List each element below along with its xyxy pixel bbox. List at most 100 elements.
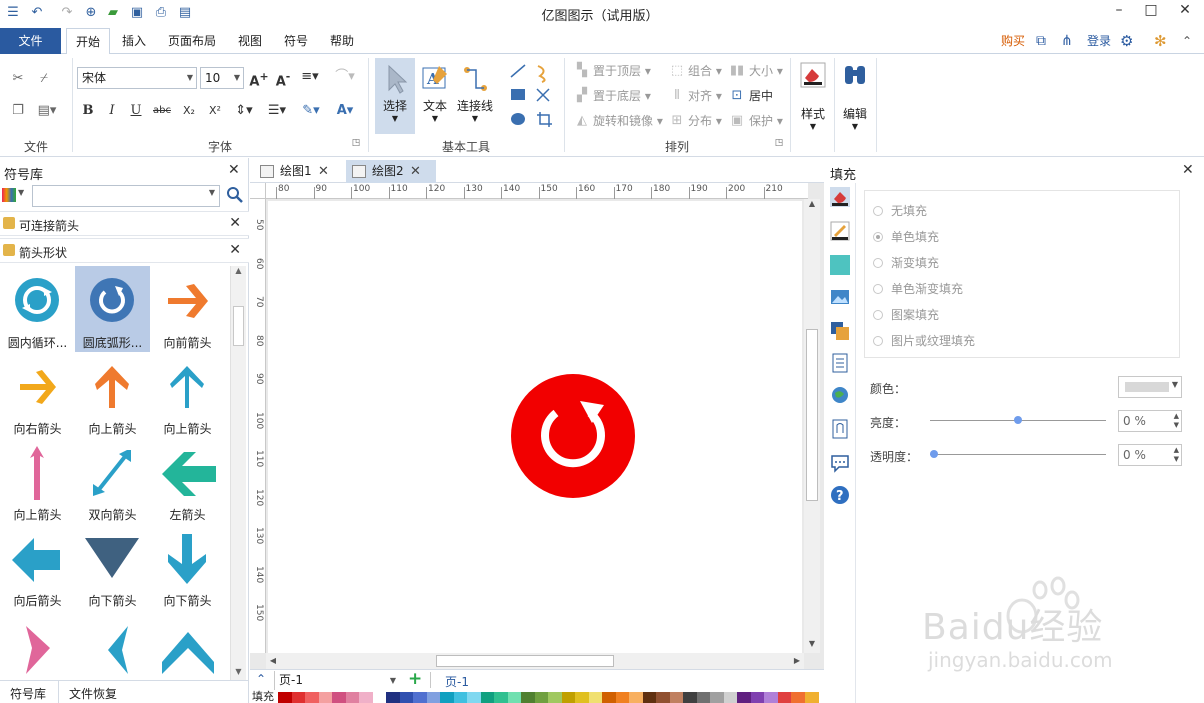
shape-list-scrollbar[interactable]: ▲ ▼ — [230, 266, 246, 681]
center-button[interactable]: 居中 — [749, 87, 773, 105]
align-icon[interactable]: ⫴ — [669, 87, 685, 105]
underline-icon[interactable]: U — [128, 102, 144, 120]
palette-swatch[interactable] — [332, 692, 346, 703]
connector-tool-button[interactable]: 连接线 ▼ — [454, 58, 496, 134]
subscript-icon[interactable]: X₂ — [178, 102, 200, 120]
tab-symbol-library[interactable]: 符号库 — [10, 685, 46, 702]
distribute-icon[interactable]: ⊞ — [669, 112, 685, 130]
shape-circle-loop[interactable]: 圆内循环... — [0, 266, 75, 352]
size-icon[interactable]: ▮▮ — [729, 62, 745, 80]
palette-swatch[interactable] — [602, 692, 616, 703]
palette-swatch[interactable] — [615, 692, 630, 703]
palette-swatch[interactable] — [413, 692, 427, 703]
scroll-thumb[interactable] — [806, 329, 818, 501]
edit-button[interactable]: 编辑 ▼ — [838, 62, 872, 146]
palette-swatch[interactable] — [507, 692, 522, 703]
scroll-left-icon[interactable]: ◀ — [266, 653, 280, 669]
palette-swatch[interactable] — [440, 692, 454, 703]
search-icon[interactable] — [226, 186, 244, 204]
size-button[interactable]: 大小 ▾ — [749, 62, 783, 80]
palette-swatch[interactable] — [345, 692, 360, 703]
collapse-ribbon-icon[interactable]: ⌃ — [1182, 28, 1192, 54]
shape-tools-grid[interactable] — [508, 62, 556, 134]
palette-swatch[interactable] — [642, 692, 657, 703]
menu-view[interactable]: 视图 — [230, 28, 270, 54]
close-icon[interactable]: ✕ — [1182, 162, 1194, 178]
maximize-button[interactable]: □ — [1134, 0, 1168, 22]
palette-swatch[interactable] — [764, 692, 778, 703]
page-select[interactable]: 页-1 ▼ — [274, 671, 398, 690]
collapse-up-icon[interactable]: ⌃ — [256, 672, 266, 686]
export-icon[interactable]: ▤ — [176, 4, 194, 22]
chevron-down-icon[interactable]: ▼ — [18, 188, 24, 197]
scroll-up-icon[interactable]: ▲ — [231, 266, 246, 280]
line-spacing-icon[interactable]: ⇕▾ — [230, 102, 258, 120]
palette-swatch[interactable] — [426, 692, 441, 703]
menu-insert[interactable]: 插入 — [114, 28, 154, 54]
spin-arrows-icon[interactable]: ▲ ▼ — [1174, 446, 1179, 464]
text-color-icon[interactable]: ✎▾ — [296, 102, 326, 120]
paragraph-align-icon[interactable]: ≡▾ — [298, 68, 322, 86]
shape-arrow-double[interactable]: 双向箭头 — [75, 438, 150, 524]
group-button[interactable]: 组合 ▾ — [688, 62, 722, 80]
scroll-up-icon[interactable]: ▲ — [804, 199, 820, 213]
palette-swatch[interactable] — [777, 692, 792, 703]
scroll-thumb[interactable] — [233, 306, 244, 346]
help-icon[interactable]: ? — [830, 485, 850, 505]
font-size-select[interactable]: 10 ▼ — [200, 67, 244, 89]
color-palette-strip[interactable]: 填充 — [250, 691, 824, 703]
shape-arrow-left[interactable]: 左箭头 — [150, 438, 225, 524]
shape-arrow-down[interactable]: 向下箭头 — [150, 524, 225, 610]
close-icon[interactable]: ✕ — [228, 162, 240, 178]
strikethrough-icon[interactable]: abc — [150, 102, 174, 120]
palette-swatch[interactable] — [534, 692, 549, 703]
redo-icon[interactable]: ↷ — [58, 4, 76, 22]
canvas-shape-circle-arc-arrow[interactable] — [510, 373, 636, 499]
palette-swatch[interactable] — [467, 692, 481, 703]
color-picker[interactable]: ▼ — [1118, 376, 1182, 398]
page-tab-active[interactable]: 页-1 — [445, 673, 469, 690]
close-icon[interactable]: ✕ — [410, 160, 421, 183]
superscript-icon[interactable]: X² — [204, 102, 226, 120]
menu-home[interactable]: 开始 — [66, 28, 110, 55]
share-window-icon[interactable]: ⧉ — [1036, 28, 1046, 54]
format-painter-icon[interactable]: ⌿ — [34, 70, 54, 88]
scroll-thumb[interactable] — [436, 655, 614, 667]
palette-swatch[interactable] — [750, 692, 765, 703]
shape-arrow-right[interactable]: 向右箭头 — [0, 352, 75, 438]
text-format-icon[interactable]: ⌒▾ — [330, 68, 360, 86]
palette-swatch[interactable] — [629, 692, 643, 703]
text-tool-button[interactable]: A 文本 ▼ — [418, 58, 452, 134]
line-style-icon[interactable] — [830, 221, 850, 241]
fill-icon[interactable] — [830, 187, 850, 207]
globe-link-icon[interactable] — [830, 385, 850, 405]
shape-triangle-down[interactable]: 向下箭头 — [75, 524, 150, 610]
palette-swatch[interactable] — [372, 692, 387, 703]
palette-swatch[interactable] — [399, 692, 414, 703]
palette-swatch[interactable] — [278, 692, 292, 703]
palette-swatch[interactable] — [318, 692, 333, 703]
italic-icon[interactable]: I — [104, 102, 120, 120]
close-button[interactable]: ✕ — [1168, 0, 1202, 22]
share-icon[interactable]: ⋔ — [1061, 28, 1073, 54]
palette-swatch[interactable] — [791, 692, 805, 703]
bullet-list-icon[interactable]: ☰▾ — [263, 102, 291, 120]
document-list-icon[interactable] — [830, 353, 850, 373]
transparency-slider-knob[interactable] — [930, 450, 938, 458]
palette-swatch[interactable] — [683, 692, 697, 703]
palette-swatch[interactable] — [696, 692, 711, 703]
font-family-select[interactable]: 宋体 ▼ — [77, 67, 197, 89]
rotate-icon[interactable]: ◭ — [574, 112, 590, 130]
app-menu-icon[interactable]: ☰ — [4, 4, 22, 22]
layer-icon[interactable] — [830, 321, 850, 341]
close-icon[interactable]: ✕ — [229, 215, 241, 231]
transparency-input[interactable]: 0 % ▲ ▼ — [1118, 444, 1182, 466]
tab-file-recovery[interactable]: 文件恢复 — [69, 685, 117, 702]
bring-front-button[interactable]: 置于顶层 ▾ — [593, 62, 651, 80]
center-icon[interactable]: ⊡ — [729, 87, 745, 105]
scroll-right-icon[interactable]: ▶ — [790, 653, 804, 669]
protect-button[interactable]: 保护 ▾ — [749, 112, 783, 130]
shape-arrow-up-blue[interactable]: 向上箭头 — [150, 352, 225, 438]
align-button[interactable]: 对齐 ▾ — [688, 87, 722, 105]
palette-swatch[interactable] — [804, 692, 819, 703]
